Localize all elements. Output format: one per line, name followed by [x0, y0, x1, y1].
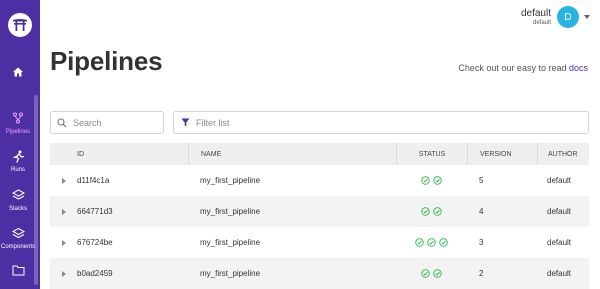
sidebar-item-components[interactable]: Components [0, 225, 36, 250]
sidebar-item-label: Components [0, 244, 36, 250]
status-completed-icon [433, 207, 442, 216]
table-row[interactable]: 676724be my_first_pipeline 3 default [50, 227, 589, 258]
cell-id: 664771d3 [77, 207, 113, 216]
cell-status [396, 227, 467, 258]
table-row[interactable]: b0ad2459 my_first_pipeline 2 default [50, 258, 589, 289]
column-header-name[interactable]: NAME [188, 143, 396, 165]
folder-icon [10, 262, 26, 278]
cell-name: my_first_pipeline [200, 176, 261, 185]
sidebar-scrollbar[interactable] [34, 95, 38, 285]
home-icon [10, 64, 26, 80]
cell-name: my_first_pipeline [200, 238, 261, 247]
sidebar-item-stacks[interactable]: Stacks [0, 187, 36, 212]
cell-author: default [547, 176, 572, 185]
torii-logo-icon [13, 19, 27, 31]
cell-id: 676724be [77, 238, 113, 247]
column-header-status[interactable]: STATUS [396, 143, 467, 165]
status-completed-icon [421, 176, 430, 185]
docs-link[interactable]: docs [569, 63, 588, 73]
user-subtitle: default [532, 19, 551, 26]
cell-version: 3 [479, 238, 484, 247]
user-name: default [520, 7, 551, 19]
docs-hint-text: Check out our easy to read [458, 63, 567, 73]
column-header-id[interactable]: ID [77, 143, 188, 165]
search-icon [57, 117, 67, 127]
table-header: ID NAME STATUS VERSION AUTHOR [50, 143, 589, 165]
cell-id: b0ad2459 [77, 269, 113, 278]
cell-name: my_first_pipeline [200, 269, 261, 278]
status-completed-icon [421, 269, 430, 278]
docs-hint: Check out our easy to read docs [458, 63, 588, 73]
sidebar-item-pipelines[interactable]: Pipelines [0, 110, 36, 135]
search-input[interactable] [73, 117, 158, 128]
expand-icon[interactable] [61, 208, 66, 215]
expand-icon[interactable] [61, 270, 66, 277]
cell-status [396, 258, 467, 289]
cell-author: default [547, 207, 572, 216]
filter-box[interactable] [173, 111, 589, 134]
search-box[interactable] [50, 111, 164, 134]
user-menu[interactable]: default default D [521, 6, 590, 28]
pipelines-icon [10, 110, 26, 126]
table-row[interactable]: d11f4c1a my_first_pipeline 5 default [50, 165, 589, 196]
sidebar-item-label: Runs [10, 167, 25, 173]
expand-icon[interactable] [61, 239, 66, 246]
expand-icon[interactable] [61, 177, 66, 184]
cell-version: 5 [479, 176, 484, 185]
cell-status [396, 196, 467, 227]
status-completed-icon [427, 238, 436, 247]
filter-input[interactable] [196, 117, 522, 128]
logo[interactable] [8, 13, 32, 37]
table-row[interactable]: 664771d3 my_first_pipeline 4 default [50, 196, 589, 227]
pipelines-table: ID NAME STATUS VERSION AUTHOR d11f4c1a m… [50, 143, 589, 289]
page-title: Pipelines [50, 46, 163, 76]
cell-name: my_first_pipeline [200, 207, 261, 216]
filter-icon [181, 118, 190, 127]
cell-author: default [547, 238, 572, 247]
column-header-version[interactable]: VERSION [467, 143, 537, 165]
status-completed-icon [421, 207, 430, 216]
sidebar-item-home[interactable] [0, 64, 36, 80]
sidebar: Pipelines Runs Stacks Components [0, 0, 40, 289]
cell-id: d11f4c1a [77, 176, 110, 185]
cell-version: 2 [479, 269, 484, 278]
sidebar-item-runs[interactable]: Runs [0, 148, 36, 173]
cell-status [396, 165, 467, 196]
status-completed-icon [433, 269, 442, 278]
sidebar-item-label: Stacks [8, 206, 27, 212]
cell-version: 4 [479, 207, 484, 216]
sidebar-item-repositories[interactable] [0, 262, 36, 278]
chevron-down-icon[interactable] [584, 15, 590, 19]
column-header-author[interactable]: AUTHOR [537, 143, 589, 165]
components-icon [10, 225, 26, 241]
status-completed-icon [439, 238, 448, 247]
status-completed-icon [415, 238, 424, 247]
runs-icon [10, 148, 26, 164]
cell-author: default [547, 269, 572, 278]
avatar[interactable]: D [557, 6, 579, 28]
stacks-icon [10, 187, 26, 203]
sidebar-item-label: Pipelines [5, 129, 31, 135]
status-completed-icon [433, 176, 442, 185]
